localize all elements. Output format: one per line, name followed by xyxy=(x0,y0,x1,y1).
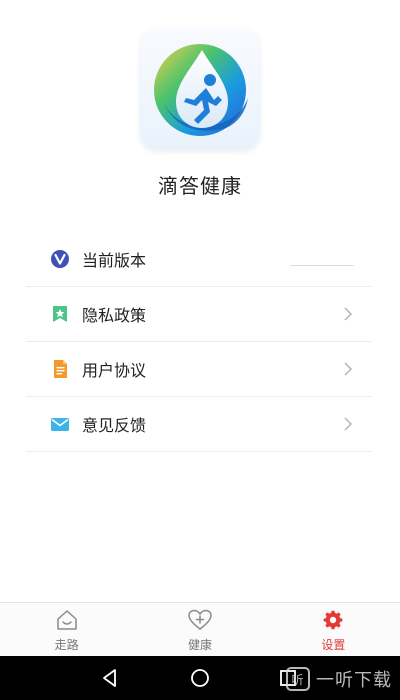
version-value xyxy=(290,251,354,266)
back-icon[interactable] xyxy=(98,666,122,690)
watermark-logo: 听 xyxy=(286,667,310,691)
menu-item-feedback[interactable]: 意见反馈 xyxy=(26,397,372,452)
menu-item-label: 用户协议 xyxy=(82,361,147,380)
tab-walk[interactable]: 走路 xyxy=(0,603,133,657)
running-drop-icon xyxy=(154,44,248,136)
bottom-tab-bar: 走路 健康 设置 xyxy=(0,602,400,657)
v-badge-icon xyxy=(50,249,70,269)
tab-label: 走路 xyxy=(54,638,79,652)
app-title: 滴答健康 xyxy=(158,174,242,198)
tab-label: 健康 xyxy=(187,638,212,652)
app-logo xyxy=(140,28,260,150)
chevron-right-icon xyxy=(340,414,356,434)
home-icon[interactable] xyxy=(188,666,212,690)
document-icon xyxy=(50,359,70,379)
tab-settings[interactable]: 设置 xyxy=(267,603,400,657)
bookmark-star-icon xyxy=(50,304,70,324)
heart-plus-icon xyxy=(187,609,213,631)
chevron-right-icon xyxy=(340,304,356,324)
chevron-right-icon xyxy=(340,359,356,379)
envelope-icon xyxy=(50,414,70,434)
menu-item-label: 意见反馈 xyxy=(82,416,147,435)
menu-item-privacy-policy[interactable]: 隐私政策 xyxy=(26,287,372,342)
menu-item-label: 隐私政策 xyxy=(82,306,147,325)
tab-health[interactable]: 健康 xyxy=(133,603,266,657)
watermark-text: 一听下载 xyxy=(316,670,392,691)
watermark: 听 一听下载 xyxy=(286,664,392,694)
settings-page: 滴答健康 当前版本 隐私政策 用户协议 意见反馈 走路 健康 设置 听 一听下载 xyxy=(0,0,400,700)
tab-label: 设置 xyxy=(321,638,346,652)
menu-item-version[interactable]: 当前版本 xyxy=(26,232,372,287)
smile-house-icon xyxy=(54,609,80,631)
gear-icon xyxy=(320,609,346,631)
menu-item-label: 当前版本 xyxy=(82,251,147,270)
settings-menu: 当前版本 隐私政策 用户协议 意见反馈 xyxy=(26,232,372,452)
menu-item-user-agreement[interactable]: 用户协议 xyxy=(26,342,372,397)
